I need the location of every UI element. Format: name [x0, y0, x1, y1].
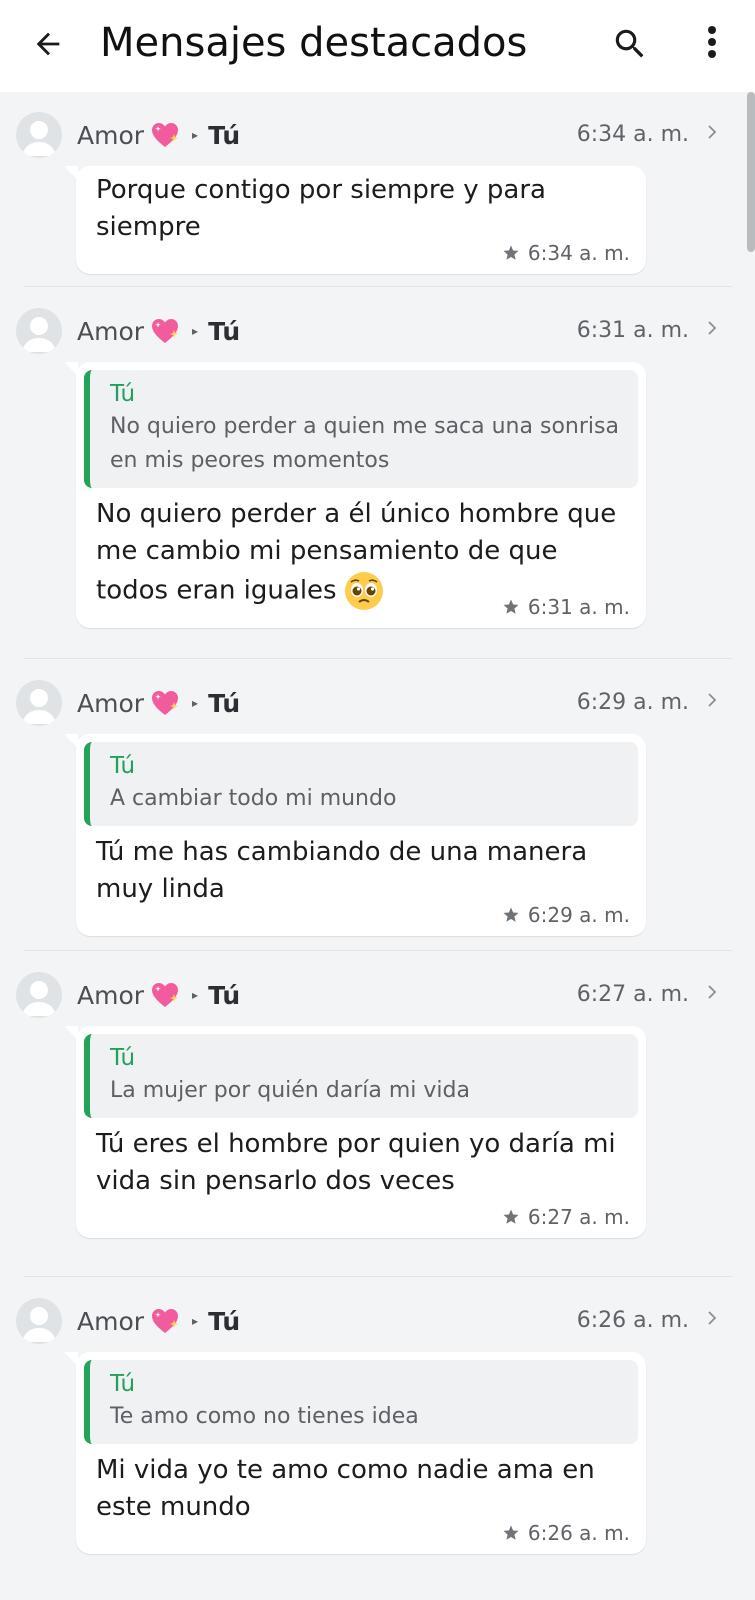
divider: [24, 658, 732, 659]
sender-name: Amor: [77, 688, 145, 718]
chevron-right-icon[interactable]: [705, 122, 719, 142]
divider: [24, 950, 732, 951]
quoted-message[interactable]: Tú La mujer por quién daría mi vida: [84, 1034, 638, 1118]
star-icon: [503, 1525, 519, 1540]
recipient-name: Tú: [208, 980, 241, 1010]
arrow-left-icon: [36, 32, 60, 56]
arrow-right-small-icon: ▸: [192, 128, 199, 142]
more-options-button[interactable]: [692, 20, 732, 64]
sender-line: Amor ▸ Tú: [77, 1306, 240, 1336]
quoted-message[interactable]: Tú A cambiar todo mi mundo: [84, 742, 638, 826]
item-header: Amor ▸ Tú 6:26 a. m.: [0, 1298, 755, 1344]
chevron-right-icon[interactable]: [705, 1308, 719, 1328]
search-icon: [615, 29, 644, 58]
app-bar: Mensajes destacados: [0, 0, 755, 92]
more-vertical-icon: [708, 26, 716, 58]
message-time: 6:34 a. m.: [527, 241, 630, 265]
item-time: 6:34 a. m.: [576, 122, 689, 147]
sender-line: Amor ▸ Tú: [77, 316, 240, 346]
quote-text: No quiero perder a quien me saca una son…: [110, 414, 619, 473]
message-time: 6:27 a. m.: [527, 1205, 630, 1229]
item-time: 6:29 a. m.: [576, 690, 689, 715]
divider: [24, 1276, 732, 1277]
star-icon: [503, 245, 519, 260]
message-time: 6:31 a. m.: [527, 595, 630, 619]
sparkling-heart-icon: [152, 691, 179, 715]
search-button[interactable]: [608, 22, 652, 66]
quote-author: Tú: [110, 381, 136, 407]
message-bubble[interactable]: Tú La mujer por quién daría mi vida Tú e…: [64, 1026, 646, 1238]
quote-text: A cambiar todo mi mundo: [110, 786, 397, 811]
arrow-right-small-icon: ▸: [192, 1314, 199, 1328]
quote-text: Te amo como no tienes idea: [110, 1404, 419, 1429]
item-header: Amor ▸ Tú 6:31 a. m.: [0, 308, 755, 354]
quoted-message[interactable]: Tú Te amo como no tienes idea: [84, 1360, 638, 1444]
message-time: 6:29 a. m.: [527, 903, 630, 927]
page-title: Mensajes destacados: [100, 20, 528, 66]
sparkling-heart-icon: [152, 1309, 179, 1333]
message-bubble[interactable]: Tú A cambiar todo mi mundo Tú me has cam…: [64, 734, 646, 936]
sender-name: Amor: [77, 1306, 145, 1336]
recipient-name: Tú: [208, 316, 241, 346]
chevron-right-icon[interactable]: [705, 318, 719, 338]
quote-author: Tú: [110, 753, 136, 779]
recipient-name: Tú: [208, 120, 241, 150]
sender-line: Amor ▸ Tú: [77, 688, 240, 718]
item-header: Amor ▸ Tú 6:27 a. m.: [0, 972, 755, 1018]
sparkling-heart-icon: [152, 983, 179, 1007]
sender-name: Amor: [77, 980, 145, 1010]
item-time: 6:31 a. m.: [576, 318, 689, 343]
recipient-name: Tú: [208, 1306, 241, 1336]
star-icon: [503, 1209, 519, 1224]
chevron-right-icon[interactable]: [705, 982, 719, 1002]
message-text: Tú eres el hombre por quien yo daría mi …: [96, 1129, 616, 1196]
message-time: 6:26 a. m.: [527, 1521, 630, 1545]
quote-author: Tú: [110, 1045, 136, 1071]
pleading-face-icon: [344, 572, 383, 610]
chevron-right-icon[interactable]: [705, 690, 719, 710]
star-icon: [503, 907, 519, 922]
recipient-name: Tú: [208, 688, 241, 718]
item-time: 6:26 a. m.: [576, 1308, 689, 1333]
sender-name: Amor: [77, 120, 145, 150]
quoted-message[interactable]: Tú No quiero perder a quien me saca una …: [84, 370, 638, 488]
arrow-right-small-icon: ▸: [192, 324, 199, 338]
message-text: Tú me has cambiando de una manera muy li…: [96, 837, 588, 904]
arrow-right-small-icon: ▸: [192, 696, 199, 710]
quote-author: Tú: [110, 1371, 136, 1397]
quote-text: La mujer por quién daría mi vida: [110, 1078, 470, 1103]
divider: [24, 286, 732, 287]
message-text: Mi vida yo te amo como nadie ama en este…: [96, 1455, 595, 1522]
sparkling-heart-icon: [152, 123, 179, 147]
message-bubble[interactable]: Porque contigo por siempre y para siempr…: [64, 166, 646, 274]
sender-line: Amor ▸ Tú: [77, 120, 240, 150]
message-text: Porque contigo por siempre y para siempr…: [96, 175, 546, 242]
arrow-right-small-icon: ▸: [192, 988, 199, 1002]
message-meta: 6:27 a. m.: [76, 1204, 646, 1238]
message-bubble[interactable]: Tú No quiero perder a quien me saca una …: [64, 362, 646, 628]
item-header: Amor ▸ Tú 6:29 a. m.: [0, 680, 755, 726]
star-icon: [503, 599, 519, 614]
sender-name: Amor: [77, 316, 145, 346]
sender-line: Amor ▸ Tú: [77, 980, 240, 1010]
sparkling-heart-icon: [152, 319, 179, 343]
item-header: Amor ▸ Tú 6:34 a. m.: [0, 112, 755, 158]
message-bubble[interactable]: Tú Te amo como no tienes idea Mi vida yo…: [64, 1352, 646, 1554]
item-time: 6:27 a. m.: [576, 982, 689, 1007]
back-button[interactable]: [28, 24, 68, 64]
